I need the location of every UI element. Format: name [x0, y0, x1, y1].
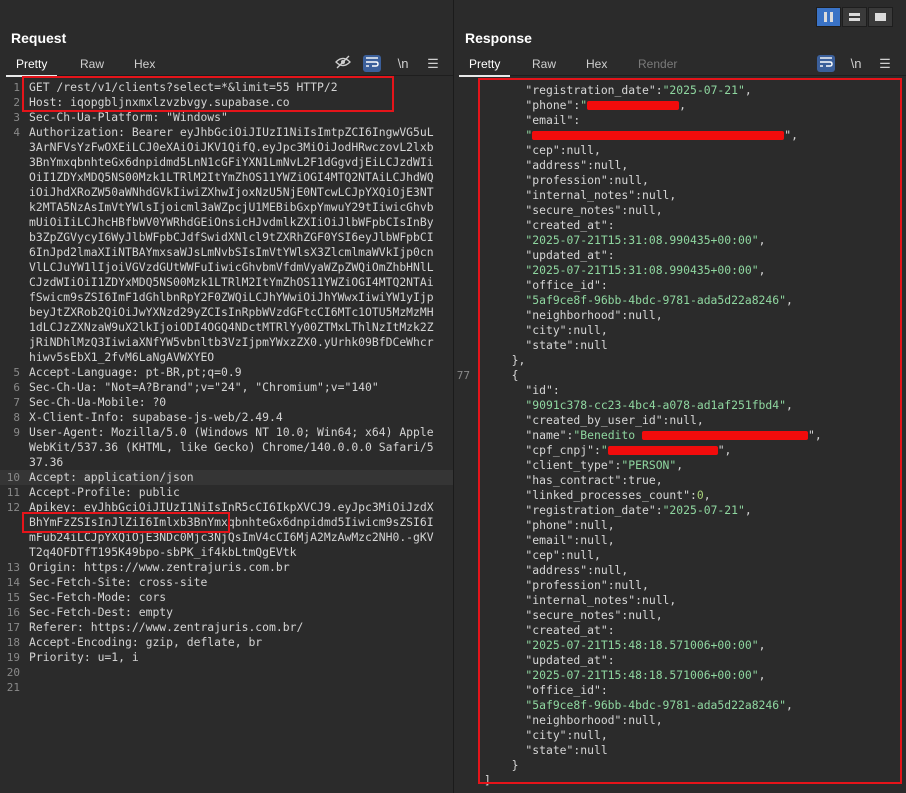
line-number: 19 [6, 651, 20, 664]
line-number: 15 [6, 591, 20, 604]
newline-icon[interactable]: \n [394, 55, 412, 72]
request-line: 11 Accept-Profile: public [0, 485, 453, 500]
line-number: 5 [13, 366, 20, 379]
request-line-text: Sec-Fetch-Mode: cors [29, 590, 167, 604]
request-line: 3 Sec-Ch-Ua-Platform: "Windows" [0, 110, 453, 125]
line-number: 8 [13, 411, 20, 424]
line-number: 7 [13, 396, 20, 409]
request-line: 5 Accept-Language: pt-BR,pt;q=0.9 [0, 365, 453, 380]
request-line: 16 Sec-Fetch-Dest: empty [0, 605, 453, 620]
split-horizontal-icon[interactable] [816, 7, 841, 27]
request-line: 17 Referer: https://www.zentrajuris.com.b… [0, 620, 453, 635]
request-line: 8 X-Client-Info: supabase-js-web/2.49.4 [0, 410, 453, 425]
request-line: 13 Origin: https://www.zentrajuris.com.br [0, 560, 453, 575]
line-number: 10 [6, 471, 20, 484]
request-line-text: Sec-Ch-Ua-Mobile: ?0 [29, 395, 167, 409]
wrap-lines-icon[interactable] [363, 55, 381, 72]
request-line: 7 Sec-Ch-Ua-Mobile: ?0 [0, 395, 453, 410]
line-number: 21 [6, 681, 20, 694]
request-line: 20 [0, 665, 453, 680]
tab-raw[interactable]: Raw [532, 57, 556, 71]
line-number: 20 [6, 666, 20, 679]
highlight-request-line-host [22, 76, 394, 112]
request-line-text: Accept: application/json [29, 470, 194, 484]
line-number: 77 [456, 369, 470, 382]
line-number: 18 [6, 636, 20, 649]
request-line: 14 Sec-Fetch-Site: cross-site [0, 575, 453, 590]
line-number: 16 [6, 606, 20, 619]
line-number: 12 [6, 501, 20, 514]
eye-slash-icon[interactable] [334, 55, 352, 72]
request-line: 10 Accept: application/json [0, 470, 453, 485]
request-line-text: Accept-Encoding: gzip, deflate, br [29, 635, 263, 649]
request-body[interactable]: 1 GET /rest/v1/clients?select=*&limit=55 … [0, 80, 453, 793]
request-line-text: X-Client-Info: supabase-js-web/2.49.4 [29, 410, 283, 424]
view-mode-toggle [816, 7, 896, 27]
line-number: 17 [6, 621, 20, 634]
request-line: 19 Priority: u=1, i [0, 650, 453, 665]
menu-icon[interactable]: ☰ [424, 55, 442, 72]
line-number: 9 [13, 426, 20, 439]
highlight-accept-header [22, 512, 230, 533]
line-number: 6 [13, 381, 20, 394]
tab-hex[interactable]: Hex [586, 57, 607, 71]
request-line: 15 Sec-Fetch-Mode: cors [0, 590, 453, 605]
tab-render[interactable]: Render [638, 57, 677, 71]
response-pane: Response Pretty Raw Hex Render \n ☰ "reg… [454, 0, 906, 793]
tab-pretty[interactable]: Pretty [5, 57, 58, 77]
line-number: 2 [13, 96, 20, 109]
tab-hex[interactable]: Hex [134, 57, 155, 71]
request-line-text: Accept-Language: pt-BR,pt;q=0.9 [29, 365, 242, 379]
request-title: Request [11, 30, 67, 46]
request-line-text: Referer: https://www.zentrajuris.com.br/ [29, 620, 304, 634]
request-line: 6 Sec-Ch-Ua: "Not=A?Brand";v="24", "Chrom… [0, 380, 453, 395]
request-pane: Request Pretty Raw Hex \n ☰ 1 GET /rest/v… [0, 0, 454, 793]
request-line-text: Priority: u=1, i [29, 650, 139, 664]
response-tabs: Pretty Raw Hex Render [458, 53, 906, 77]
line-number: 1 [13, 81, 20, 94]
tab-raw[interactable]: Raw [80, 57, 104, 71]
newline-icon[interactable]: \n [847, 55, 865, 72]
line-number: 13 [6, 561, 20, 574]
request-line-text: Authorization: Bearer eyJhbGciOiJIUzI1Ni… [29, 125, 434, 364]
highlight-response-body [478, 78, 902, 784]
menu-icon[interactable]: ☰ [876, 55, 894, 72]
request-line-text: Sec-Ch-Ua-Platform: "Windows" [29, 110, 228, 124]
tab-pretty[interactable]: Pretty [458, 57, 511, 77]
request-line-text: Sec-Fetch-Dest: empty [29, 605, 174, 619]
request-line-text: Sec-Ch-Ua: "Not=A?Brand";v="24", "Chromi… [29, 380, 379, 394]
response-title: Response [465, 30, 532, 46]
request-line-text: Sec-Fetch-Site: cross-site [29, 575, 208, 589]
request-tabs: Pretty Raw Hex [5, 53, 453, 77]
request-line-text: User-Agent: Mozilla/5.0 (Windows NT 10.0… [29, 425, 434, 469]
split-vertical-icon[interactable] [842, 7, 867, 27]
request-line-text: Accept-Profile: public [29, 485, 180, 499]
request-line: 9 User-Agent: Mozilla/5.0 (Windows NT 10.… [0, 425, 453, 470]
single-pane-icon[interactable] [868, 7, 893, 27]
line-number: 14 [6, 576, 20, 589]
line-number: 4 [13, 126, 20, 139]
request-line: 21 [0, 680, 453, 695]
request-line-text: Origin: https://www.zentrajuris.com.br [29, 560, 290, 574]
line-number: 3 [13, 111, 20, 124]
request-line: 4 Authorization: Bearer eyJhbGciOiJIUzI1N… [0, 125, 453, 365]
wrap-lines-icon[interactable] [817, 55, 835, 72]
line-number: 11 [6, 486, 20, 499]
request-line: 18 Accept-Encoding: gzip, deflate, br [0, 635, 453, 650]
